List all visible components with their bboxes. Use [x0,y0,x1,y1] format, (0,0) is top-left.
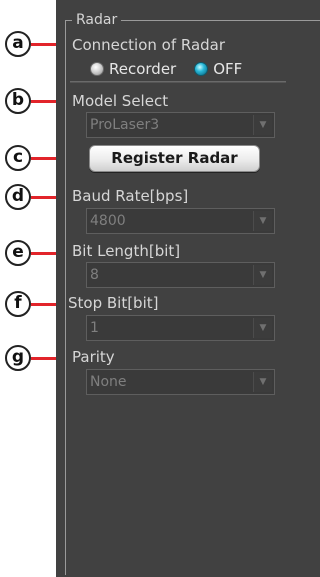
baud-rate-value: 4800 [90,213,126,229]
callout-d: d [5,184,31,210]
chevron-down-icon[interactable]: ▼ [253,115,272,135]
stop-bit-value: 1 [90,320,99,336]
parity-select[interactable]: None ▼ [86,369,275,395]
stop-bit-select[interactable]: 1 ▼ [86,315,275,341]
callout-b: b [5,88,31,114]
chevron-down-icon[interactable]: ▼ [253,318,272,338]
radio-off-label[interactable]: OFF [213,60,242,78]
chevron-down-icon[interactable]: ▼ [253,265,272,285]
register-radar-button[interactable]: Register Radar [89,145,260,172]
radio-off[interactable] [194,62,209,76]
baud-rate-select[interactable]: 4800 ▼ [86,208,275,234]
connection-radio-group: Recorder OFF [90,59,242,79]
bit-length-value: 8 [90,267,99,283]
separator [70,81,286,83]
baud-rate-label: Baud Rate[bps] [72,187,189,205]
model-select-label: Model Select [72,92,169,110]
model-select[interactable]: ProLaser3 ▼ [86,112,275,138]
bit-length-label: Bit Length[bit] [72,242,181,260]
radio-recorder[interactable] [90,62,104,76]
parity-value: None [90,374,127,390]
callout-g: g [5,345,31,371]
callout-c: c [5,145,31,171]
radio-recorder-label[interactable]: Recorder [109,60,176,78]
parity-label: Parity [72,348,115,366]
model-select-value: ProLaser3 [90,117,160,133]
bit-length-select[interactable]: 8 ▼ [86,262,275,288]
chevron-down-icon[interactable]: ▼ [253,372,272,392]
callout-a: a [5,31,31,57]
connection-label: Connection of Radar [72,36,226,54]
callout-e: e [5,240,31,266]
callout-f: f [5,291,31,317]
radar-group-title: Radar [72,11,122,29]
chevron-down-icon[interactable]: ▼ [253,211,272,231]
stop-bit-label: Stop Bit[bit] [68,294,159,312]
